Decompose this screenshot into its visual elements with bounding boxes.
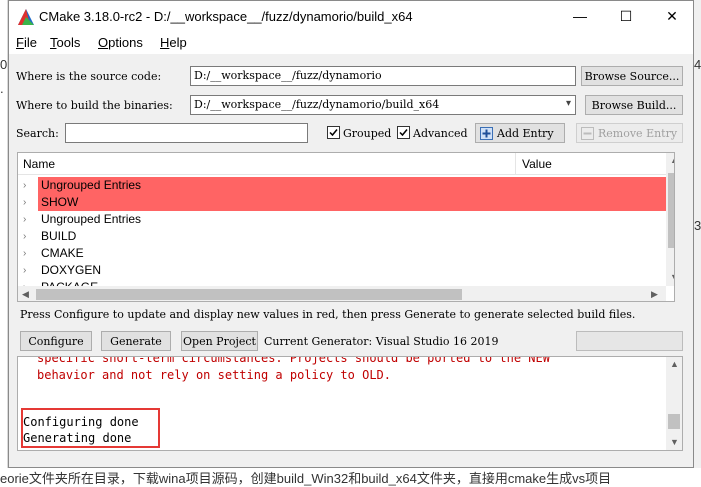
build-path-combobox[interactable]: D:/__workspace__/fuzz/dynamorio/build_x6… — [190, 95, 576, 115]
menu-accelerator: O — [98, 35, 109, 50]
tree-vertical-scrollbar[interactable]: ▲ ▼ — [666, 153, 674, 286]
menu-tools[interactable]: Tools — [50, 35, 80, 50]
chevron-right-icon[interactable]: › — [23, 248, 26, 259]
progress-bar — [576, 331, 683, 351]
search-label: Search: — [16, 127, 59, 140]
open-project-button[interactable]: Open Project — [181, 331, 258, 351]
minimize-button[interactable]: — — [557, 1, 603, 31]
annotation-highlight-box — [21, 408, 160, 448]
minimize-icon: — — [573, 8, 587, 24]
chevron-right-icon[interactable]: › — [23, 231, 26, 242]
current-generator-label: Current Generator: Visual Studio 16 2019 — [264, 335, 499, 348]
check-icon — [329, 129, 338, 137]
title-bar[interactable]: CMake 3.18.0-rc2 - D:/__workspace__/fuzz… — [9, 1, 693, 32]
advanced-checkbox[interactable] — [397, 126, 410, 139]
browse-source-button[interactable]: Browse Source... — [581, 66, 683, 86]
remove-entry-button[interactable]: Remove Entry — [576, 123, 683, 143]
background-char: . — [0, 81, 4, 96]
menu-label: ools — [56, 35, 81, 50]
build-label: Where to build the binaries: — [16, 99, 173, 112]
tree-row[interactable]: › Ungrouped Entries — [18, 177, 666, 194]
remove-entry-label: Remove Entry — [598, 126, 678, 140]
configure-button[interactable]: Configure — [20, 331, 92, 351]
chevron-right-icon[interactable]: › — [23, 180, 26, 191]
search-input[interactable] — [65, 123, 308, 143]
menu-bar: File Tools Options Help — [9, 32, 693, 54]
scroll-up-icon[interactable]: ▲ — [670, 155, 674, 165]
scroll-left-icon[interactable]: ◀ — [22, 289, 29, 300]
tree-row[interactable]: › DOXYGEN — [18, 262, 666, 279]
tree-row[interactable]: › CMAKE — [18, 245, 666, 262]
column-divider[interactable] — [515, 153, 516, 175]
check-icon — [399, 129, 408, 137]
close-button[interactable]: ✕ — [649, 1, 693, 31]
scroll-right-icon[interactable]: ▶ — [651, 289, 658, 300]
scrollbar-thumb[interactable] — [36, 289, 462, 300]
background-right-strip: 4 3 — [694, 0, 701, 484]
background-left-strip: 0. . — [0, 0, 11, 484]
generate-button[interactable]: Generate — [101, 331, 171, 351]
configure-hint-text: Press Configure to update and display ne… — [20, 308, 636, 321]
tree-row[interactable]: › SHOW — [18, 194, 666, 211]
add-entry-button[interactable]: Add Entry — [475, 123, 565, 143]
menu-options[interactable]: Options — [98, 35, 143, 50]
tree-row[interactable]: › Ungrouped Entries — [18, 211, 666, 228]
menu-label: ptions — [108, 35, 143, 50]
scroll-up-icon[interactable]: ▲ — [670, 359, 679, 369]
menu-label: elp — [169, 35, 187, 50]
grouped-label: Grouped — [343, 127, 392, 140]
log-line: specific short-term circumstances. Proje… — [37, 356, 550, 365]
scroll-down-icon[interactable]: ▼ — [670, 272, 674, 282]
output-log[interactable]: specific short-term circumstances. Proje… — [17, 356, 683, 451]
grouped-checkbox[interactable] — [327, 126, 340, 139]
cmake-logo-icon — [18, 9, 34, 25]
background-bottom-strip: eorie文件夹所在目录，下载wina项目源码，创建build_Win32和bu… — [0, 468, 701, 486]
source-path-input[interactable]: D:/__workspace__/fuzz/dynamorio — [190, 66, 576, 86]
scrollbar-thumb[interactable] — [668, 414, 680, 429]
row-label: Ungrouped Entries — [41, 178, 142, 192]
log-line: behavior and not rely on setting a polic… — [37, 368, 392, 382]
column-header-value[interactable]: Value — [522, 157, 552, 171]
row-label: DOXYGEN — [41, 263, 102, 277]
background-char: 4 — [694, 57, 701, 72]
chevron-right-icon[interactable]: › — [23, 214, 26, 225]
background-char: 3 — [694, 218, 701, 233]
source-label: Where is the source code: — [16, 70, 162, 83]
row-highlight — [38, 194, 666, 211]
row-label: BUILD — [41, 229, 77, 243]
menu-accelerator: H — [160, 35, 170, 50]
output-vertical-scrollbar[interactable]: ▲ ▼ — [666, 357, 682, 450]
row-label: SHOW — [41, 195, 79, 209]
background-article-text: eorie文件夹所在目录，下载wina项目源码，创建build_Win32和bu… — [0, 471, 612, 486]
advanced-label: Advanced — [413, 127, 468, 140]
tree-header: Name Value — [18, 153, 666, 175]
menu-label: ile — [23, 35, 37, 50]
window-title: CMake 3.18.0-rc2 - D:/__workspace__/fuzz… — [39, 9, 413, 24]
close-icon: ✕ — [666, 7, 678, 24]
chevron-right-icon[interactable]: › — [23, 197, 26, 208]
chevron-right-icon[interactable]: › — [23, 265, 26, 276]
tree-horizontal-scrollbar[interactable]: ◀ ▶ — [18, 286, 666, 301]
scrollbar-thumb[interactable] — [668, 173, 674, 248]
tree-row[interactable]: › BUILD — [18, 228, 666, 245]
scroll-down-icon[interactable]: ▼ — [670, 437, 679, 447]
maximize-button[interactable]: ☐ — [603, 1, 649, 31]
row-label: Ungrouped Entries — [41, 212, 142, 226]
cmake-window: CMake 3.18.0-rc2 - D:/__workspace__/fuzz… — [8, 0, 694, 468]
maximize-icon: ☐ — [619, 7, 633, 24]
build-path-value: D:/__workspace__/fuzz/dynamorio/build_x6… — [194, 98, 440, 111]
cache-entries-tree[interactable]: Name Value › Ungrouped Entries › SHOW › … — [17, 152, 675, 302]
menu-help[interactable]: Help — [160, 35, 187, 50]
row-label: CMAKE — [41, 246, 84, 260]
menu-accelerator: F — [16, 35, 24, 50]
plus-icon — [480, 126, 493, 140]
column-header-name[interactable]: Name — [23, 157, 55, 171]
minus-icon — [581, 126, 594, 140]
menu-file[interactable]: File — [16, 35, 37, 50]
browse-build-button[interactable]: Browse Build... — [585, 95, 683, 115]
chevron-down-icon[interactable]: ▾ — [566, 98, 571, 109]
add-entry-label: Add Entry — [497, 126, 554, 140]
